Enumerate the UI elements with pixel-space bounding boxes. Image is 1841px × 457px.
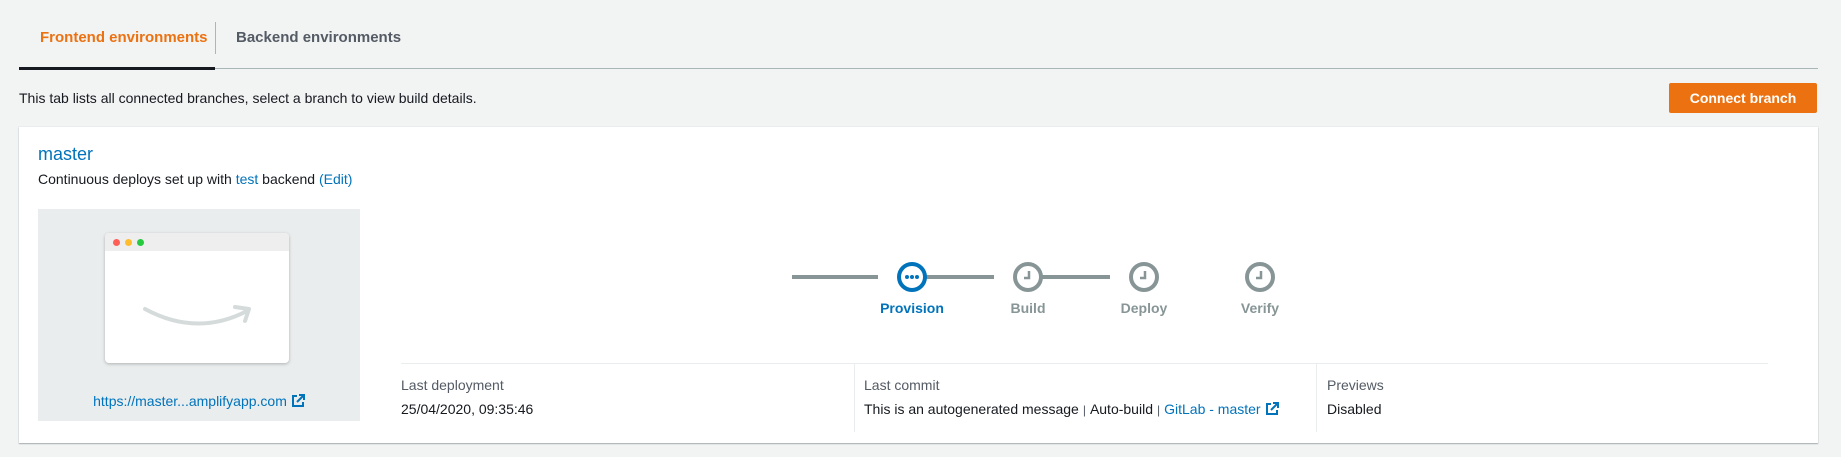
clock-icon <box>1256 271 1263 280</box>
tab-backend-environments[interactable]: Backend environments <box>236 0 401 68</box>
branch-card: master Continuous deploys set up with te… <box>19 127 1818 443</box>
last-commit-label: Last commit <box>864 377 940 393</box>
clock-icon <box>1140 271 1147 280</box>
last-deployment-value: 25/04/2020, 09:35:46 <box>401 401 534 417</box>
step-connector <box>792 275 878 279</box>
tab-divider <box>215 22 216 54</box>
info-divider <box>401 363 1768 364</box>
step-verify-indicator <box>1245 262 1275 292</box>
previews-label: Previews <box>1327 377 1384 393</box>
separator: | <box>1156 403 1161 417</box>
column-divider <box>854 364 855 432</box>
build-stepper: Provision Build Deploy Verify <box>19 127 1818 327</box>
column-divider <box>1316 364 1317 432</box>
step-verify-label: Verify <box>1240 300 1280 316</box>
step-build-label: Build <box>1010 300 1046 316</box>
step-build-indicator <box>1013 262 1043 292</box>
repo-link-text: GitLab - master <box>1164 401 1261 417</box>
active-tab-indicator <box>19 67 215 70</box>
separator: | <box>1082 403 1086 417</box>
last-deployment-label: Last deployment <box>401 377 504 393</box>
preview-url-text: https://master...amplifyapp.com <box>93 393 287 409</box>
preview-url-link[interactable]: https://master...amplifyapp.com <box>38 393 360 409</box>
commit-message: This is an autogenerated message <box>864 401 1079 417</box>
external-link-icon <box>291 394 305 407</box>
external-link-icon <box>1265 402 1279 415</box>
environment-tabs: Frontend environments Backend environmen… <box>19 0 1818 70</box>
commit-trigger: Auto-build <box>1089 401 1153 417</box>
step-deploy-label: Deploy <box>1120 300 1168 316</box>
repo-link[interactable]: GitLab - master <box>1164 401 1279 417</box>
clock-icon <box>1024 271 1031 280</box>
step-provision-indicator <box>897 262 927 292</box>
connect-branch-button[interactable]: Connect branch <box>1669 83 1817 113</box>
step-deploy-indicator <box>1129 262 1159 292</box>
step-provision-label: Provision <box>880 300 944 316</box>
intro-text: This tab lists all connected branches, s… <box>19 90 477 106</box>
ellipsis-icon <box>905 275 919 279</box>
last-commit-value: This is an autogenerated message | Auto-bu… <box>864 401 1279 417</box>
previews-value: Disabled <box>1327 401 1382 417</box>
tab-frontend-environments[interactable]: Frontend environments <box>40 0 208 68</box>
